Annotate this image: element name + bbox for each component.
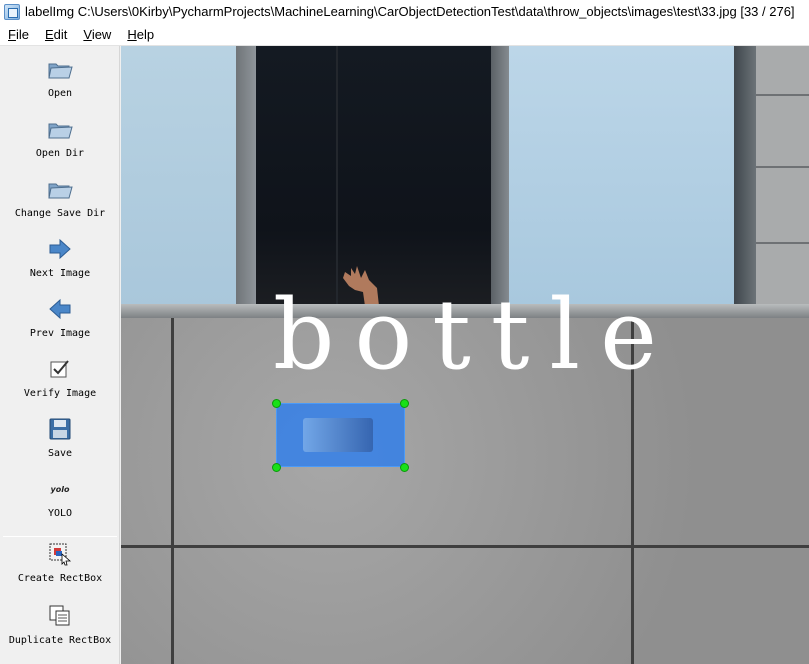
image-canvas[interactable]: bottle [121,46,809,664]
yolo-label: YOLO [47,508,73,519]
change-save-dir-button[interactable]: Change Save Dir [0,176,120,219]
menu-bar: File Edit View Help [0,23,809,46]
bbox-handle-top-left[interactable] [272,399,281,408]
open-dir-label: Open Dir [35,148,85,159]
next-image-label: Next Image [29,268,91,279]
yolo-button[interactable]: yolo YOLO [0,476,120,520]
floppy-icon [47,416,73,442]
menu-edit[interactable]: Edit [37,27,75,42]
save-button[interactable]: Save [0,416,120,459]
menu-file[interactable]: File [0,27,37,42]
checkbox-icon [47,356,73,382]
verify-image-button[interactable]: Verify Image [0,356,120,399]
toolbar-separator [3,536,117,537]
prev-image-button[interactable]: Prev Image [0,296,120,339]
bounding-box[interactable] [276,403,405,467]
menu-view[interactable]: View [75,27,119,42]
verify-image-label: Verify Image [23,388,97,399]
bbox-handle-top-right[interactable] [400,399,409,408]
create-rect-icon [47,541,73,567]
yolo-icon: yolo [50,484,70,494]
title-bar: labelImg C:\Users\0Kirby\PycharmProjects… [0,0,809,23]
folder-icon [47,116,73,142]
create-rectbox-button[interactable]: Create RectBox [0,541,120,584]
menu-help[interactable]: Help [119,27,162,42]
bbox-class-label: bottle [273,279,677,391]
duplicate-rectbox-label: Duplicate RectBox [8,635,112,646]
prev-image-label: Prev Image [29,328,91,339]
change-save-dir-label: Change Save Dir [14,208,106,219]
save-label: Save [47,448,73,459]
duplicate-rectbox-button[interactable]: Duplicate RectBox [0,603,120,646]
open-button[interactable]: Open [0,56,120,99]
folder-icon [47,56,73,82]
duplicate-rect-icon [47,603,73,629]
tool-sidebar: Open Open Dir Change Save Dir Next Image… [0,46,120,664]
bbox-handle-bottom-left[interactable] [272,463,281,472]
folder-icon [47,176,73,202]
open-label: Open [47,88,73,99]
next-image-button[interactable]: Next Image [0,236,120,279]
bbox-handle-bottom-right[interactable] [400,463,409,472]
arrow-left-icon [47,296,73,322]
open-dir-button[interactable]: Open Dir [0,116,120,159]
labelimg-icon [4,3,20,20]
window-title: labelImg C:\Users\0Kirby\PycharmProjects… [25,4,795,19]
create-rectbox-label: Create RectBox [17,573,103,584]
arrow-right-icon [47,236,73,262]
